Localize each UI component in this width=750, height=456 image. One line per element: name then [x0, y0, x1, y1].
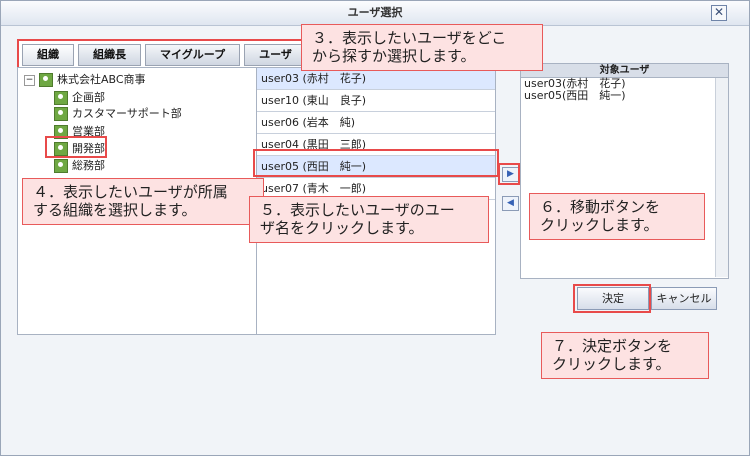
callout-step5: ５．表示したいユーザのユー ザ名をクリックします。: [249, 196, 489, 243]
user-row[interactable]: user06 (岩本 純): [257, 112, 495, 134]
window-title: ユーザ選択: [1, 1, 749, 26]
tab-organization[interactable]: 組織: [22, 44, 74, 66]
collapse-icon[interactable]: −: [24, 74, 35, 86]
target-users-header: 対象ユーザ: [521, 64, 728, 78]
tree-item-customer-support[interactable]: カスタマーサポート部: [54, 106, 182, 122]
ok-button[interactable]: 決定: [577, 287, 649, 310]
tree-item-planning[interactable]: 企画部: [54, 90, 105, 106]
tab-my-group[interactable]: マイグループ: [145, 44, 241, 66]
tree-item-general-affairs[interactable]: 総務部: [54, 158, 105, 174]
tree-item-sales[interactable]: 営業部: [54, 124, 105, 140]
organization-icon: [54, 91, 68, 105]
callout-step4: ４．表示したいユーザが所属 する組織を選択します。: [22, 178, 264, 225]
organization-icon: [54, 125, 68, 139]
user-row[interactable]: user10 (東山 良子): [257, 90, 495, 112]
close-icon[interactable]: ✕: [711, 5, 727, 21]
scrollbar[interactable]: [715, 78, 728, 277]
organization-icon: [39, 73, 53, 87]
tree-root-label: 株式会社ABC商事: [57, 73, 146, 86]
move-right-button[interactable]: ▶: [502, 167, 519, 182]
move-left-button[interactable]: ◀: [502, 196, 519, 211]
tab-organization-head[interactable]: 組織長: [78, 44, 141, 66]
user-row[interactable]: user04 (黒田 三郎): [257, 134, 495, 156]
user-row[interactable]: user03 (赤村 花子): [257, 68, 495, 90]
callout-step6: ６．移動ボタンを クリックします。: [529, 193, 705, 240]
callout-step3: ３．表示したいユーザをどこ から探すか選択します。: [301, 24, 543, 71]
user-row[interactable]: user05 (西田 純一): [257, 156, 495, 178]
cancel-button[interactable]: キャンセル: [651, 287, 717, 310]
tree-item-label: 営業部: [72, 125, 105, 138]
tree-item-label: カスタマーサポート部: [72, 107, 182, 120]
tree-item-label: 企画部: [72, 91, 105, 104]
organization-icon: [54, 107, 68, 121]
tree-root[interactable]: − 株式会社ABC商事: [24, 72, 146, 88]
organization-icon: [54, 159, 68, 173]
callout-step7: ７．決定ボタンを クリックします。: [541, 332, 709, 379]
tree-item-label: 開発部: [72, 142, 105, 155]
organization-icon: [54, 142, 68, 156]
tree-item-label: 総務部: [72, 159, 105, 172]
tab-user[interactable]: ユーザ: [244, 44, 307, 66]
tree-item-development[interactable]: 開発部: [54, 141, 105, 157]
user-select-dialog: ユーザ選択 ✕ 組織 組織長 マイグループ ユーザ − 株式会社ABC商事 企画部…: [0, 0, 750, 456]
target-user-item[interactable]: user05(西田 純一): [521, 90, 728, 102]
target-users-panel: 対象ユーザ user03(赤村 花子) user05(西田 純一): [520, 63, 729, 279]
